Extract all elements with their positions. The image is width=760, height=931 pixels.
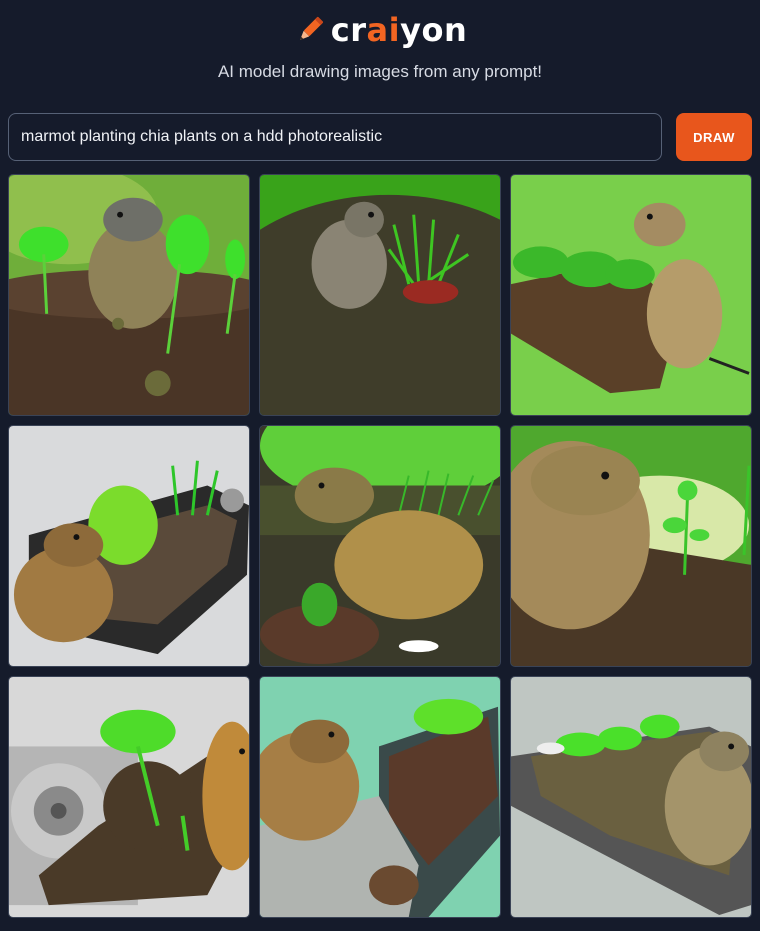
result-image-3[interactable] bbox=[510, 174, 752, 416]
result-image-1[interactable] bbox=[8, 174, 250, 416]
brand-name-part-3: yon bbox=[400, 11, 468, 49]
results-grid bbox=[8, 174, 752, 918]
pencil-icon bbox=[299, 16, 323, 40]
brand-name-part-1: cr bbox=[330, 11, 367, 49]
draw-button[interactable]: DRAW bbox=[676, 113, 752, 161]
result-image-4[interactable] bbox=[8, 425, 250, 667]
prompt-input[interactable] bbox=[8, 113, 662, 161]
brand-wordmark: craiyon bbox=[331, 14, 467, 46]
brand-header: craiyon bbox=[0, 10, 760, 50]
result-image-8[interactable] bbox=[259, 676, 501, 918]
result-image-7[interactable] bbox=[8, 676, 250, 918]
result-image-2[interactable] bbox=[259, 174, 501, 416]
tagline: AI model drawing images from any prompt! bbox=[217, 62, 543, 81]
result-image-5[interactable] bbox=[259, 425, 501, 667]
result-image-9[interactable] bbox=[510, 676, 752, 918]
brand-name-part-2: ai bbox=[366, 11, 401, 49]
result-image-6[interactable] bbox=[510, 425, 752, 667]
